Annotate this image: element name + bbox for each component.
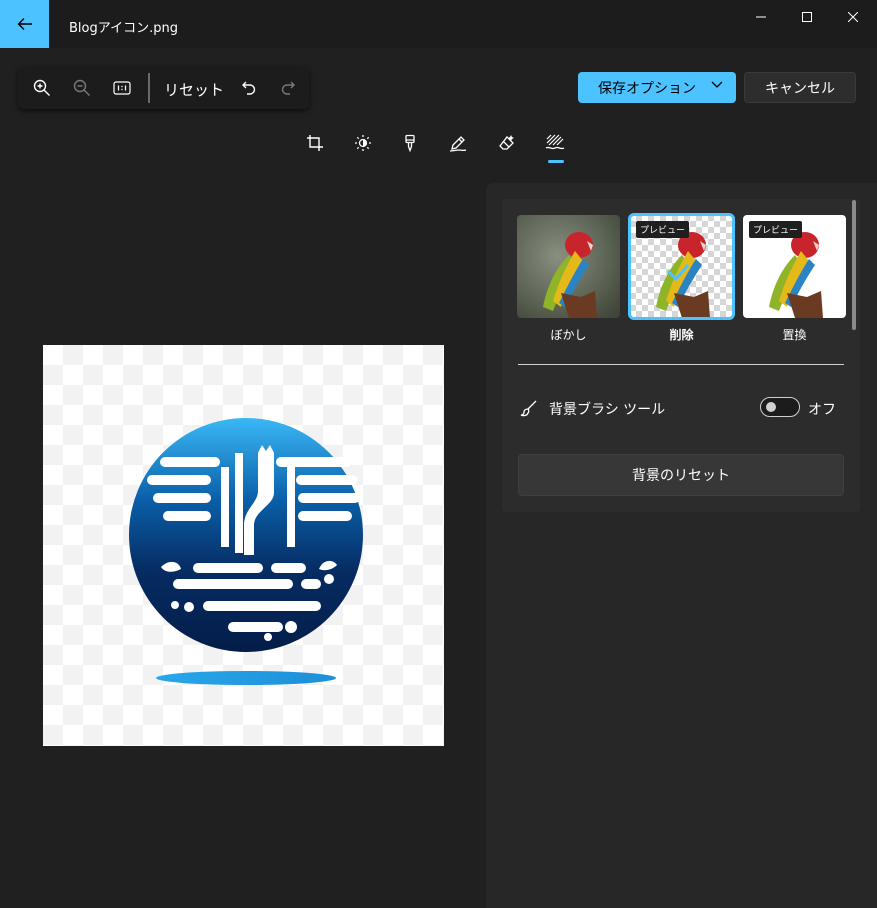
- active-tab-indicator: [548, 160, 564, 163]
- replace-option-label: 置換: [782, 328, 807, 342]
- toggle-knob: [766, 402, 776, 412]
- arrow-left-icon: [17, 18, 32, 30]
- redo-button[interactable]: [274, 74, 302, 102]
- pen-icon: [449, 136, 467, 152]
- save-options-label: 保存オプション: [598, 81, 696, 97]
- tab-erase[interactable]: [496, 132, 518, 154]
- blog-logo-image: [129, 418, 363, 685]
- background-option-remove[interactable]: プレビュー: [628, 213, 735, 320]
- toolbar-separator: [148, 73, 150, 103]
- chevron-down-icon: [711, 81, 723, 88]
- reset-button[interactable]: リセット: [164, 79, 224, 100]
- zoom-in-icon: [33, 79, 50, 96]
- brightness-icon: [355, 135, 371, 151]
- background-option-replace[interactable]: プレビュー: [743, 215, 846, 318]
- title-bar: Blogアイコン.png: [0, 0, 877, 48]
- tab-filter[interactable]: [399, 132, 421, 154]
- close-button[interactable]: [833, 0, 873, 34]
- undo-button[interactable]: [235, 74, 263, 102]
- maximize-icon: [802, 12, 812, 22]
- zoom-toolbar: リセット: [18, 67, 309, 109]
- filter-brush-icon: [405, 134, 415, 152]
- tab-markup[interactable]: [447, 132, 469, 154]
- background-brush-tool-label: 背景ブラシ ツール: [549, 402, 666, 418]
- back-button[interactable]: [0, 0, 49, 48]
- remove-option-label: 削除: [669, 328, 694, 342]
- background-option-blur[interactable]: [517, 215, 620, 318]
- panel-scrollbar[interactable]: [852, 200, 856, 330]
- eraser-icon: [499, 135, 514, 150]
- zoom-out-icon: [73, 79, 90, 96]
- undo-icon: [242, 81, 256, 95]
- save-options-button[interactable]: 保存オプション: [578, 72, 736, 103]
- zoom-in-button[interactable]: [28, 74, 56, 102]
- preview-badge: プレビュー: [749, 221, 803, 238]
- cancel-button[interactable]: キャンセル: [744, 72, 856, 103]
- background-brush-toggle[interactable]: [760, 397, 800, 417]
- minimize-icon: [756, 16, 766, 18]
- actual-size-button[interactable]: [108, 74, 136, 102]
- tab-background[interactable]: [544, 132, 566, 154]
- image-canvas[interactable]: [43, 345, 444, 746]
- actual-size-icon: [113, 81, 131, 95]
- crop-icon: [307, 135, 323, 151]
- window-title: Blogアイコン.png: [69, 21, 178, 36]
- parrot-blur-thumbnail: [517, 215, 620, 318]
- close-icon: [848, 12, 858, 22]
- preview-badge: プレビュー: [636, 221, 690, 238]
- blur-option-label: ぼかし: [550, 328, 587, 342]
- zoom-out-button[interactable]: [68, 74, 96, 102]
- panel-divider: [518, 364, 844, 365]
- minimize-button[interactable]: [741, 0, 781, 34]
- redo-icon: [281, 81, 295, 95]
- tab-adjust[interactable]: [352, 132, 374, 154]
- reset-background-button[interactable]: 背景のリセット: [518, 454, 844, 496]
- brush-icon: [520, 400, 537, 417]
- maximize-button[interactable]: [787, 0, 827, 34]
- tab-crop[interactable]: [304, 132, 326, 154]
- background-icon: [545, 134, 565, 150]
- toggle-state-label: オフ: [808, 402, 836, 418]
